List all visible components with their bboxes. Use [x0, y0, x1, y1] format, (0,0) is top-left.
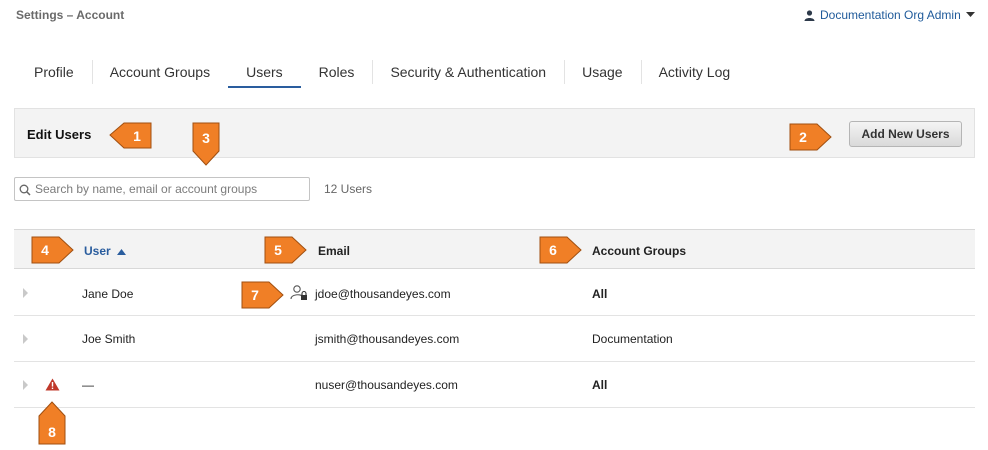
table-row[interactable]	[14, 270, 975, 316]
tab-usage[interactable]: Usage	[564, 58, 640, 86]
search-box	[14, 177, 310, 201]
edit-users-title: Edit Users	[27, 127, 92, 142]
tab-users[interactable]: Users	[228, 58, 301, 88]
column-header-user-label: User	[84, 244, 111, 258]
row-expand-icon[interactable]	[23, 288, 28, 298]
caret-down-icon	[965, 12, 975, 18]
callout-5-label: 5	[274, 242, 282, 258]
row-expand-icon[interactable]	[23, 334, 28, 344]
table-row[interactable]	[14, 362, 975, 408]
row-expand-icon[interactable]	[23, 380, 28, 390]
tab-security-authentication[interactable]: Security & Authentication	[372, 58, 564, 86]
tab-profile[interactable]: Profile	[16, 58, 92, 86]
user-icon	[804, 9, 815, 21]
column-header-user[interactable]: User	[84, 244, 126, 258]
column-header-account-groups[interactable]: Account Groups	[592, 244, 686, 258]
user-email: jsmith@thousandeyes.com	[315, 332, 460, 346]
sort-ascending-icon	[116, 244, 126, 258]
user-name: Jane Doe	[82, 287, 134, 301]
callout-1-label: 1	[133, 128, 141, 144]
callout-2: 2	[789, 123, 832, 151]
user-count: 12 Users	[324, 182, 373, 196]
user-email: jdoe@thousandeyes.com	[315, 287, 451, 301]
search-input[interactable]	[35, 180, 303, 198]
tab-activity-log[interactable]: Activity Log	[640, 58, 749, 86]
callout-6: 6	[539, 236, 582, 264]
breadcrumb: Settings – Account	[16, 8, 125, 22]
column-header-email[interactable]: Email	[318, 244, 350, 258]
callout-3-label: 3	[202, 130, 210, 146]
settings-tabs: Profile Account Groups Users Roles Secur…	[16, 58, 748, 90]
warning-icon	[45, 378, 60, 396]
callout-4-label: 4	[41, 242, 49, 258]
tab-account-groups[interactable]: Account Groups	[91, 58, 228, 86]
table-row[interactable]	[14, 316, 975, 362]
user-email: nuser@thousandeyes.com	[315, 378, 458, 392]
callout-8: 8	[38, 401, 66, 445]
user-name: Joe Smith	[82, 332, 136, 346]
callout-2-label: 2	[799, 129, 807, 145]
user-account-groups: All	[592, 287, 608, 301]
callout-8-label: 8	[48, 424, 56, 440]
user-menu[interactable]: Documentation Org Admin	[804, 8, 975, 22]
tab-roles[interactable]: Roles	[301, 58, 373, 86]
callout-7-label: 7	[251, 287, 259, 303]
callout-6-label: 6	[549, 242, 557, 258]
add-new-users-button[interactable]: Add New Users	[849, 121, 962, 147]
search-icon	[19, 183, 31, 201]
user-account-groups: Documentation	[592, 332, 673, 346]
user-lock-icon	[290, 284, 308, 307]
table-header	[14, 229, 975, 269]
callout-4: 4	[31, 236, 74, 264]
user-menu-label: Documentation Org Admin	[820, 8, 961, 22]
callout-7: 7	[241, 281, 284, 309]
callout-3: 3	[192, 122, 220, 166]
user-account-groups: All	[592, 378, 608, 392]
user-name: —	[82, 378, 94, 392]
callout-1: 1	[109, 122, 152, 149]
callout-5: 5	[264, 236, 307, 264]
